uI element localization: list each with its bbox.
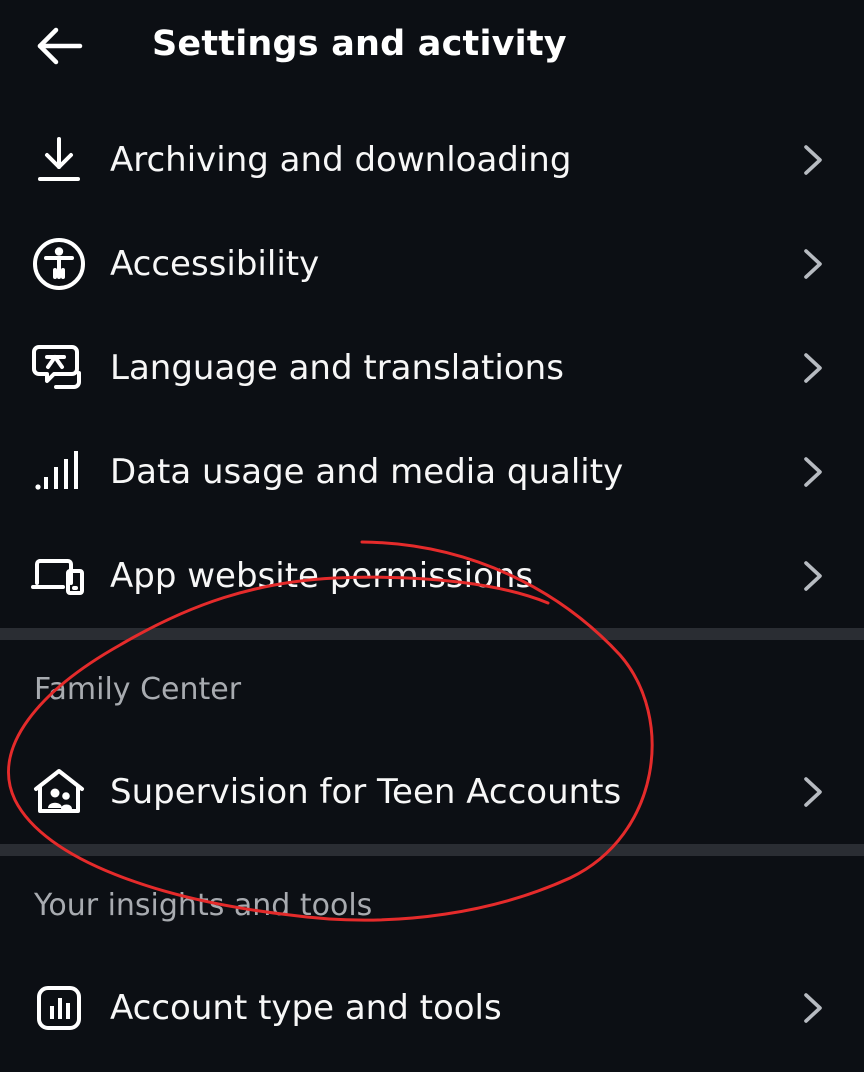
menu-item-supervision-for-teen-accounts[interactable]: Supervision for Teen Accounts bbox=[0, 740, 864, 844]
menu-item-label: Archiving and downloading bbox=[110, 140, 572, 180]
chevron-right-icon bbox=[800, 558, 826, 594]
family-home-icon bbox=[28, 761, 90, 823]
chevron-right-icon bbox=[800, 454, 826, 490]
menu-item-archiving-and-downloading[interactable]: Archiving and downloading bbox=[0, 108, 864, 212]
accessibility-icon bbox=[28, 233, 90, 295]
chevron-right-icon bbox=[800, 990, 826, 1026]
menu-item-label: App website permissions bbox=[110, 556, 534, 596]
back-arrow-icon bbox=[36, 26, 84, 70]
menu-item-label: Supervision for Teen Accounts bbox=[110, 772, 622, 812]
section-title-family-center: Family Center bbox=[34, 672, 242, 707]
devices-icon bbox=[28, 545, 90, 607]
header: Settings and activity bbox=[0, 0, 864, 98]
section-title-your-insights-and-tools: Your insights and tools bbox=[34, 888, 373, 923]
page-title: Settings and activity bbox=[152, 24, 567, 64]
menu-item-data-usage-and-media-quality[interactable]: Data usage and media quality bbox=[0, 420, 864, 524]
menu-item-account-type-and-tools[interactable]: Account type and tools bbox=[0, 956, 864, 1060]
section-divider bbox=[0, 628, 864, 640]
signal-icon bbox=[28, 441, 90, 503]
menu-item-label: Accessibility bbox=[110, 244, 320, 284]
chevron-right-icon bbox=[800, 142, 826, 178]
menu-item-label: Language and translations bbox=[110, 348, 564, 388]
chevron-right-icon bbox=[800, 246, 826, 282]
menu-item-language-and-translations[interactable]: Language and translations bbox=[0, 316, 864, 420]
settings-screen: Settings and activity Archiving and down… bbox=[0, 0, 864, 1072]
chevron-right-icon bbox=[800, 774, 826, 810]
menu-item-app-website-permissions[interactable]: App website permissions bbox=[0, 524, 864, 628]
menu-item-accessibility[interactable]: Accessibility bbox=[0, 212, 864, 316]
chevron-right-icon bbox=[800, 350, 826, 386]
menu-item-label: Data usage and media quality bbox=[110, 452, 624, 492]
back-button[interactable] bbox=[32, 22, 88, 74]
translate-icon bbox=[28, 337, 90, 399]
section-divider bbox=[0, 844, 864, 856]
download-icon bbox=[28, 129, 90, 191]
menu-item-label: Account type and tools bbox=[110, 988, 502, 1028]
insights-icon bbox=[28, 977, 90, 1039]
